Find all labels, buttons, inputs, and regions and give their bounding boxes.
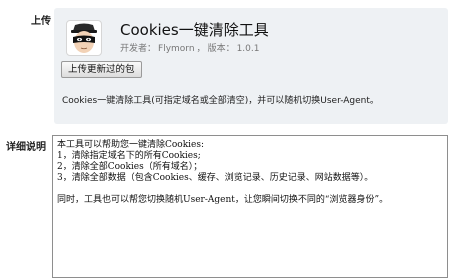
version-label: 版本： <box>207 44 235 54</box>
description-line: 2，清除全部Cookies（所有域名）； <box>57 162 203 172</box>
description-line: 3，清除全部数据（包含Cookies、缓存、浏览记录、历史记录、网站数据等）。 <box>57 173 374 183</box>
developer-name: Flymorn <box>158 44 195 54</box>
extension-name: Cookies一键清除工具 <box>120 21 269 39</box>
description-line: 1，清除指定域名下的所有Cookies; <box>57 151 201 161</box>
description-line: 本工具可以帮助您一键清除Cookies: <box>57 140 205 150</box>
developer-label: 开发者： <box>120 44 157 54</box>
upload-section-label: 上传 <box>31 16 51 27</box>
version-value: 1.0.1 <box>236 44 260 54</box>
extension-info-panel: Cookies一键清除工具 开发者： Flymorn，版本： 1.0.1 上传更新过… <box>54 8 448 124</box>
detail-section-label: 详细说明 <box>6 142 46 153</box>
description-line: 同时，工具也可以帮您切换随机User-Agent，让您瞬间切换不同的“浏览器身份… <box>57 195 389 205</box>
upload-updated-package-button[interactable]: 上传更新过的包 <box>61 61 142 78</box>
detailed-description-textarea[interactable]: 本工具可以帮助您一键清除Cookies: 1，清除指定域名下的所有Cookies… <box>52 135 448 278</box>
extension-meta: 开发者： Flymorn，版本： 1.0.1 <box>120 44 260 54</box>
description-line <box>57 184 443 195</box>
extension-summary: Cookies一键清除工具(可指定域名或全部清空)，并可以随机切换User-Ag… <box>62 96 379 106</box>
masked-bandit-icon <box>66 20 102 56</box>
